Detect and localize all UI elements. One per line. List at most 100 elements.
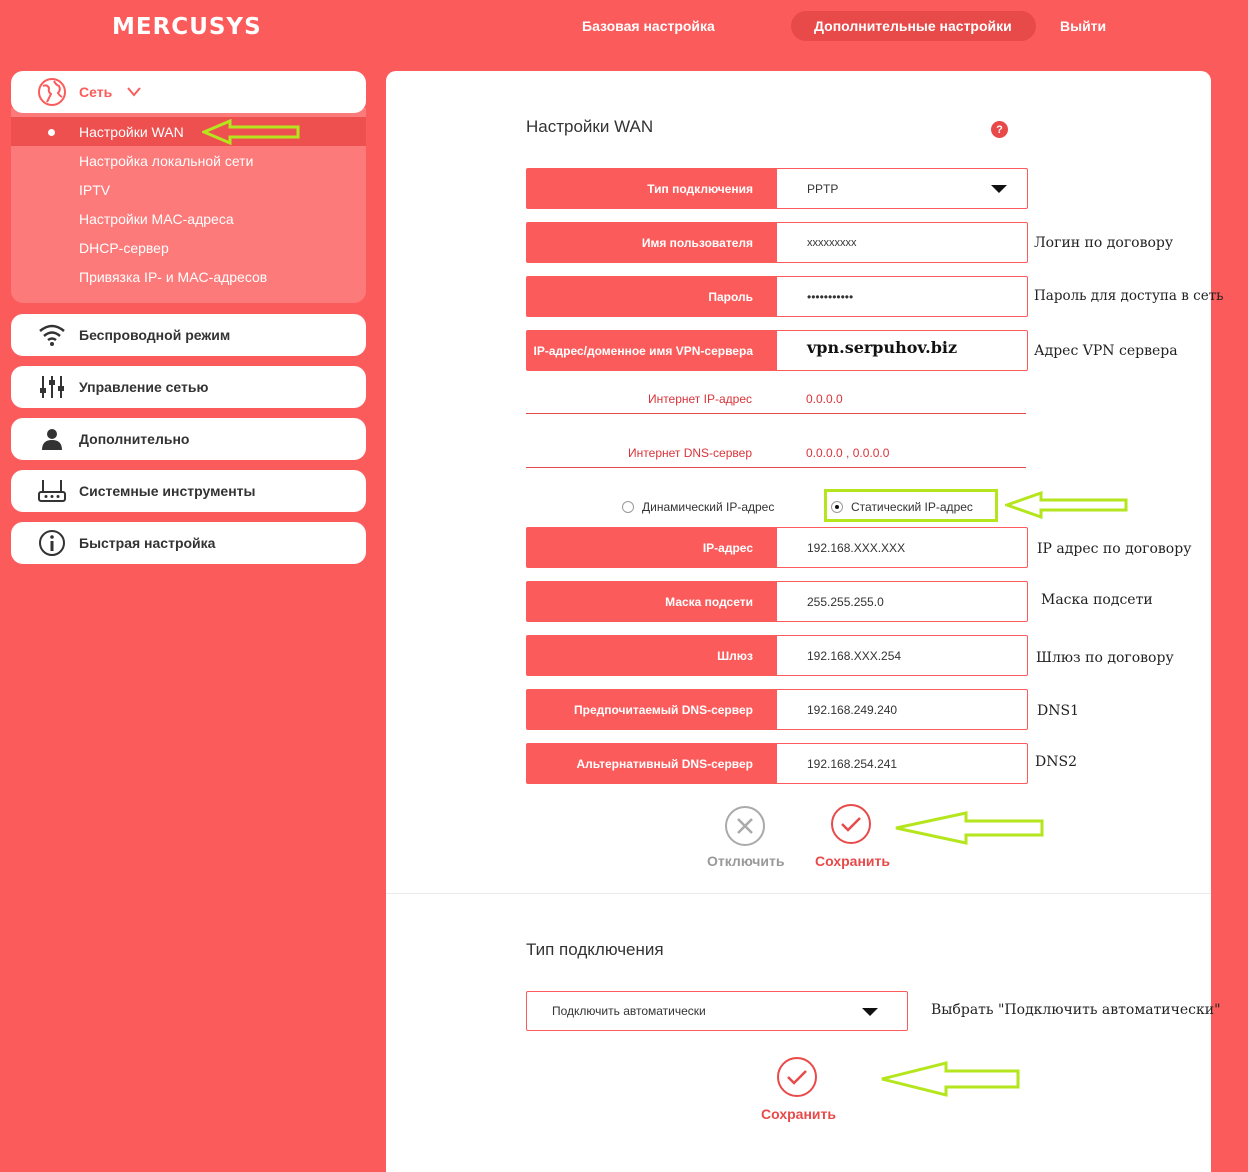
note-vpn: Адрес VPN сервера — [1034, 343, 1178, 359]
save-connection-button[interactable] — [777, 1057, 817, 1097]
field-value: vpn.serpuhov.biz — [807, 338, 958, 357]
radio-icon — [622, 501, 634, 513]
close-icon — [737, 818, 753, 834]
internet-dns-row: Интернет DNS-сервер 0.0.0.0 , 0.0.0.0 — [526, 438, 1026, 468]
sidebar-item-wan[interactable]: Настройки WAN — [79, 124, 184, 140]
sidebar-item-quick-setup[interactable]: Быстрая настройка — [11, 522, 366, 564]
save-connection-label[interactable]: Сохранить — [761, 1106, 836, 1122]
gateway-field[interactable]: Шлюз 192.168.XXX.254 — [526, 635, 1028, 676]
sidebar-item-label: Системные инструменты — [79, 483, 256, 499]
radio-label: Динамический IP-адрес — [642, 500, 775, 514]
connection-title: Тип подключения — [526, 940, 664, 959]
radio-static-ip[interactable]: Статический IP-адрес — [831, 500, 973, 514]
sidebar-item-network-control[interactable]: Управление сетью — [11, 366, 366, 408]
sidebar-item-advanced[interactable]: Дополнительно — [11, 418, 366, 460]
field-value: 255.255.255.0 — [807, 594, 884, 609]
auto-connect-select[interactable]: Подключить автоматически — [526, 991, 908, 1031]
field-label: Имя пользователя — [527, 223, 777, 262]
info-value: 0.0.0.0 , 0.0.0.0 — [806, 446, 890, 460]
nav-advanced-settings[interactable]: Дополнительные настройки — [814, 18, 1012, 34]
secondary-dns-field[interactable]: Альтернативный DNS-сервер 192.168.254.24… — [526, 743, 1028, 784]
sidebar-item-wireless[interactable]: Беспроводной режим — [11, 314, 366, 356]
sidebar-network[interactable]: Сеть — [11, 71, 366, 113]
field-value: PPTP — [807, 181, 839, 196]
connection-type-select[interactable]: Тип подключения PPTP — [526, 168, 1028, 209]
select-value: Подключить автоматически — [552, 1004, 706, 1018]
annotation-arrow-icon — [881, 1061, 1020, 1097]
field-label: Пароль — [527, 277, 777, 316]
save-button[interactable] — [831, 804, 871, 844]
username-field[interactable]: Имя пользователя xxxxxxxxx — [526, 222, 1028, 263]
chevron-down-icon — [127, 87, 141, 97]
router-icon — [37, 476, 67, 506]
sidebar-item-label: Дополнительно — [79, 431, 190, 447]
field-label: Тип подключения — [527, 169, 777, 208]
note-dns1: DNS1 — [1037, 703, 1079, 719]
sidebar-item-binding[interactable]: Привязка IP- и MAC-адресов — [79, 269, 267, 285]
radio-dynamic-ip[interactable]: Динамический IP-адрес — [622, 500, 774, 514]
ip-address-field[interactable]: IP-адрес 192.168.XXX.XXX — [526, 527, 1028, 568]
radio-label: Статический IP-адрес — [851, 500, 973, 514]
note-gateway: Шлюз по договору — [1036, 650, 1174, 666]
sidebar-item-dhcp[interactable]: DHCP-сервер — [79, 240, 169, 256]
sidebar-item-iptv[interactable]: IPTV — [79, 182, 110, 198]
sliders-icon — [37, 372, 67, 402]
field-label: Маска подсети — [527, 582, 777, 621]
annotation-arrow-icon — [202, 119, 300, 145]
sidebar-network-label: Сеть — [79, 84, 113, 100]
field-label: Альтернативный DNS-сервер — [527, 744, 777, 783]
wan-title: Настройки WAN — [526, 117, 654, 136]
field-value: ••••••••••• — [807, 289, 854, 304]
check-icon — [841, 817, 861, 832]
note-ip: IP адрес по договору — [1037, 541, 1192, 557]
info-label: Интернет DNS-сервер — [628, 446, 752, 460]
active-submenu-bg — [11, 117, 366, 146]
radio-checked-icon — [831, 501, 843, 513]
primary-dns-field[interactable]: Предпочитаемый DNS-сервер 192.168.249.24… — [526, 689, 1028, 730]
globe-icon — [38, 78, 66, 106]
vpn-server-field[interactable]: IP-адрес/доменное имя VPN-сервера vpn.se… — [526, 330, 1028, 371]
field-label: IP-адрес — [527, 528, 777, 567]
field-label: IP-адрес/доменное имя VPN-сервера — [527, 331, 777, 370]
caret-down-icon — [862, 1008, 878, 1016]
field-value: 192.168.XXX.254 — [807, 648, 902, 663]
annotation-arrow-icon — [1005, 491, 1128, 519]
network-submenu: Настройки WAN Настройка локальной сети I… — [11, 108, 366, 303]
note-dns2: DNS2 — [1035, 754, 1077, 770]
note-auto: Выбрать "Подключить автоматически" — [931, 1002, 1221, 1018]
mercusys-logo: MERCUSYS — [112, 14, 262, 40]
subnet-mask-field[interactable]: Маска подсети 255.255.255.0 — [526, 581, 1028, 622]
help-icon[interactable]: ? — [991, 121, 1008, 138]
active-dot-icon — [48, 129, 55, 136]
check-icon — [787, 1070, 807, 1085]
user-icon — [37, 424, 67, 454]
note-login: Логин по договору — [1034, 235, 1174, 251]
field-value: 192.168.254.241 — [807, 756, 898, 771]
sidebar-item-mac[interactable]: Настройки MAC-адреса — [79, 211, 234, 227]
field-value: 192.168.XXX.XXX — [807, 540, 906, 555]
annotation-arrow-icon — [895, 811, 1044, 845]
password-field[interactable]: Пароль ••••••••••• — [526, 276, 1028, 317]
disconnect-label[interactable]: Отключить — [707, 853, 784, 869]
sidebar-item-label: Быстрая настройка — [79, 535, 216, 551]
sidebar-item-lan[interactable]: Настройка локальной сети — [79, 153, 253, 169]
field-label: Шлюз — [527, 636, 777, 675]
field-value: 192.168.249.240 — [807, 702, 898, 717]
sidebar-item-label: Управление сетью — [79, 379, 209, 395]
info-value: 0.0.0.0 — [806, 392, 843, 406]
nav-basic-settings[interactable]: Базовая настройка — [582, 18, 715, 34]
sidebar-item-label: Беспроводной режим — [79, 327, 231, 343]
save-label[interactable]: Сохранить — [815, 853, 890, 869]
info-label: Интернет IP-адрес — [647, 392, 752, 406]
disconnect-button[interactable] — [725, 806, 765, 846]
internet-ip-row: Интернет IP-адрес 0.0.0.0 — [526, 384, 1026, 414]
note-password: Пароль для доступа в сеть — [1034, 288, 1224, 304]
wifi-icon — [37, 320, 67, 350]
note-mask: Маска подсети — [1041, 592, 1153, 608]
caret-down-icon — [991, 185, 1007, 193]
field-value: xxxxxxxxx — [807, 236, 857, 249]
nav-logout[interactable]: Выйти — [1060, 18, 1106, 34]
section-divider — [386, 893, 1211, 894]
sidebar-item-system-tools[interactable]: Системные инструменты — [11, 470, 366, 512]
info-icon — [37, 528, 67, 558]
